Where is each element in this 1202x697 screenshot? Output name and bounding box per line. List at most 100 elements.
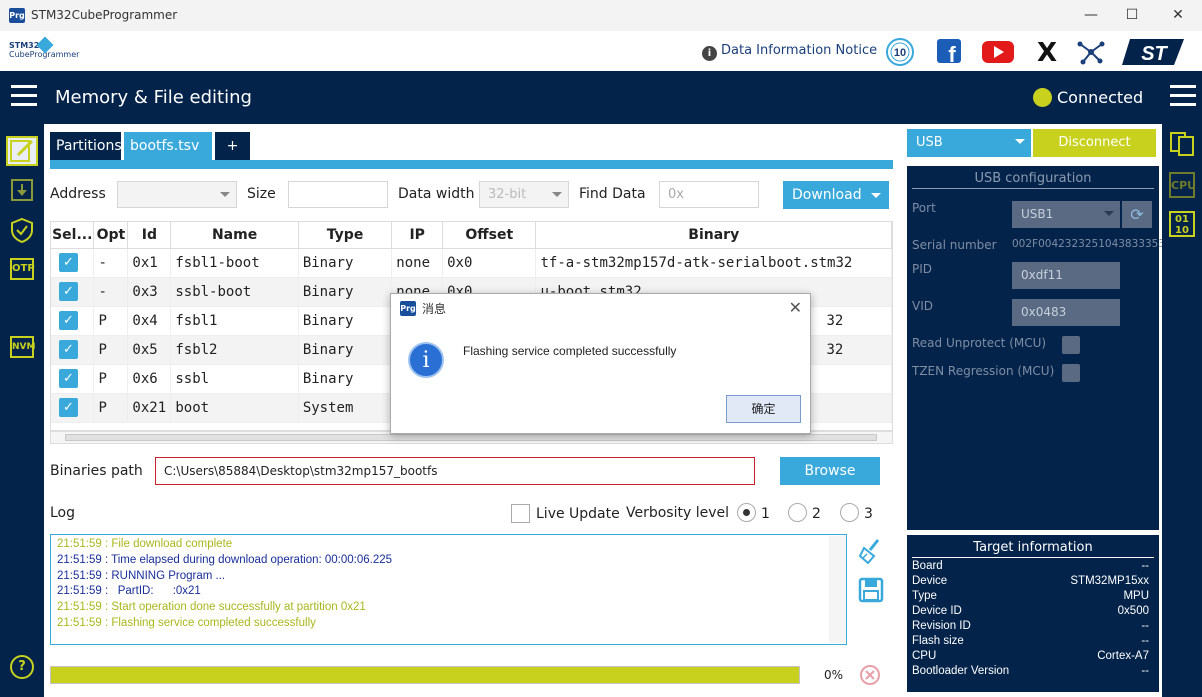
target-value: STM32MP15xx: [1070, 575, 1149, 587]
binaries-path-input[interactable]: C:\Users\85884\Desktop\stm32mp157_bootfs: [155, 457, 755, 485]
target-row: Type MPU: [912, 590, 1149, 605]
facebook-icon[interactable]: f: [933, 37, 965, 67]
verbosity-level-label: Verbosity level: [626, 505, 730, 521]
info-icon: i: [702, 46, 717, 61]
ten-year-badge-icon[interactable]: 10: [884, 37, 916, 67]
row-select-checkbox[interactable]: ✓: [59, 311, 78, 330]
row-select-checkbox[interactable]: ✓: [59, 340, 78, 359]
row-select-checkbox[interactable]: ✓: [59, 398, 78, 417]
network-share-icon[interactable]: [1075, 37, 1107, 67]
log-output[interactable]: 21:51:59 : File download complete 21:51:…: [50, 534, 847, 645]
chevron-down-icon: [1015, 139, 1025, 144]
target-value: --: [1141, 665, 1149, 677]
target-value: 0x500: [1117, 605, 1149, 617]
download-button[interactable]: Download: [783, 181, 889, 209]
port-dropdown[interactable]: USB1: [1012, 201, 1120, 228]
target-key: Bootloader Version: [912, 665, 1010, 677]
data-width-value: 32-bit: [488, 187, 527, 202]
data-width-dropdown[interactable]: 32-bit: [479, 181, 569, 208]
row-select-checkbox[interactable]: ✓: [59, 369, 78, 388]
youtube-icon[interactable]: [981, 37, 1014, 67]
col-ip[interactable]: IP: [391, 222, 444, 249]
minimize-button[interactable]: —: [1071, 4, 1111, 26]
connection-status-dot-icon: [1033, 88, 1052, 107]
log-line: 21:51:59 : Flashing service completed su…: [57, 616, 316, 629]
sidebar-otp[interactable]: OTP: [6, 254, 38, 284]
cell-binary[interactable]: tf-a-stm32mp157d-atk-serialboot.stm32: [535, 248, 892, 278]
message-dialog: Prg 消息 ✕ i Flashing service completed su…: [390, 293, 811, 434]
dialog-message: Flashing service completed successfully: [463, 344, 677, 358]
size-input[interactable]: [288, 181, 388, 208]
col-binary[interactable]: Binary: [535, 222, 892, 249]
cell-name: fsbl1-boot: [170, 248, 299, 278]
sidebar-security[interactable]: [6, 216, 38, 246]
cell-id: 0x21: [127, 393, 172, 423]
col-id[interactable]: Id: [127, 222, 172, 249]
progress-bar: [50, 666, 800, 684]
target-row: Device STM32MP15xx: [912, 575, 1149, 590]
tab-add-button[interactable]: +: [215, 132, 250, 160]
right-menu-hamburger-icon[interactable]: [1170, 85, 1196, 107]
title-bar: Prg STM32CubeProgrammer — ☐ ✕: [0, 0, 1202, 31]
cell-id: 0x4: [127, 306, 172, 336]
clear-log-broom-icon[interactable]: [858, 538, 882, 568]
cell-opt: P: [93, 364, 129, 394]
target-row: Revision ID --: [912, 620, 1149, 635]
tab-partitions[interactable]: Partitions: [50, 132, 122, 160]
device-compare-icon[interactable]: [1169, 131, 1195, 157]
verbosity-radio-2[interactable]: [788, 503, 807, 522]
ok-button[interactable]: 确定: [726, 395, 801, 423]
cancel-operation-icon[interactable]: [859, 664, 881, 690]
col-select[interactable]: Sel...: [51, 222, 95, 249]
tzen-regression-checkbox[interactable]: [1062, 364, 1080, 382]
browse-button[interactable]: Browse: [780, 457, 880, 485]
tab-close-icon[interactable]: ✕: [130, 168, 139, 181]
dialog-app-icon: Prg: [400, 301, 416, 316]
left-sidebar: OTP NVM ?: [0, 124, 44, 697]
x-twitter-icon[interactable]: X: [1031, 37, 1063, 68]
row-select-checkbox[interactable]: ✓: [59, 282, 78, 301]
information-icon: i: [408, 342, 444, 378]
refresh-icon[interactable]: ⟳: [1122, 201, 1152, 228]
shield-icon: [11, 217, 33, 244]
disconnect-button[interactable]: Disconnect: [1033, 129, 1156, 157]
log-line: 21:51:59 : Time elapsed during download …: [57, 553, 393, 566]
connection-type-dropdown[interactable]: USB: [907, 129, 1031, 157]
col-type[interactable]: Type: [298, 222, 393, 249]
main-menu-hamburger-icon[interactable]: [11, 85, 37, 107]
binary-data-icon[interactable]: 01 10: [1169, 211, 1195, 237]
live-update-checkbox[interactable]: [511, 504, 530, 523]
log-vertical-scrollbar[interactable]: [829, 536, 846, 643]
nvm-icon: NVM: [10, 336, 35, 358]
col-offset[interactable]: Offset: [442, 222, 537, 249]
col-opt[interactable]: Opt: [93, 222, 129, 249]
target-row: Board --: [912, 560, 1149, 575]
cpu-icon[interactable]: CPU: [1169, 172, 1196, 198]
vid-field: 0x0483: [1012, 299, 1120, 326]
dialog-close-icon[interactable]: ✕: [789, 298, 802, 317]
col-name[interactable]: Name: [170, 222, 299, 249]
sidebar-memory-editing[interactable]: [6, 136, 38, 166]
chevron-down-icon[interactable]: [871, 193, 881, 198]
data-information-notice-link[interactable]: i Data Information Notice: [702, 43, 877, 61]
target-key: Device: [912, 575, 948, 587]
save-log-icon[interactable]: [858, 577, 884, 607]
target-value: MPU: [1123, 590, 1149, 602]
close-window-button[interactable]: ✕: [1158, 4, 1198, 26]
sidebar-nvm[interactable]: NVM: [6, 332, 38, 362]
scrollbar-thumb[interactable]: [65, 434, 877, 441]
maximize-button[interactable]: ☐: [1112, 4, 1152, 26]
otp-icon: OTP: [10, 258, 35, 280]
tab-bootfs-tsv[interactable]: bootfs.tsv ✕: [124, 132, 212, 181]
log-line: 21:51:59 : Start operation done successf…: [57, 601, 366, 614]
log-line: 21:51:59 : File download complete: [57, 538, 233, 550]
address-dropdown[interactable]: [117, 181, 237, 208]
sidebar-erasing-programming[interactable]: [6, 176, 38, 206]
help-icon[interactable]: ?: [10, 655, 34, 679]
verbosity-radio-1[interactable]: [737, 503, 756, 522]
find-data-input[interactable]: 0x: [659, 181, 759, 208]
verbosity-radio-3[interactable]: [840, 503, 859, 522]
st-logo-icon[interactable]: ST: [1122, 37, 1186, 67]
row-select-checkbox[interactable]: ✓: [59, 253, 78, 272]
read-unprotect-checkbox[interactable]: [1062, 336, 1080, 354]
